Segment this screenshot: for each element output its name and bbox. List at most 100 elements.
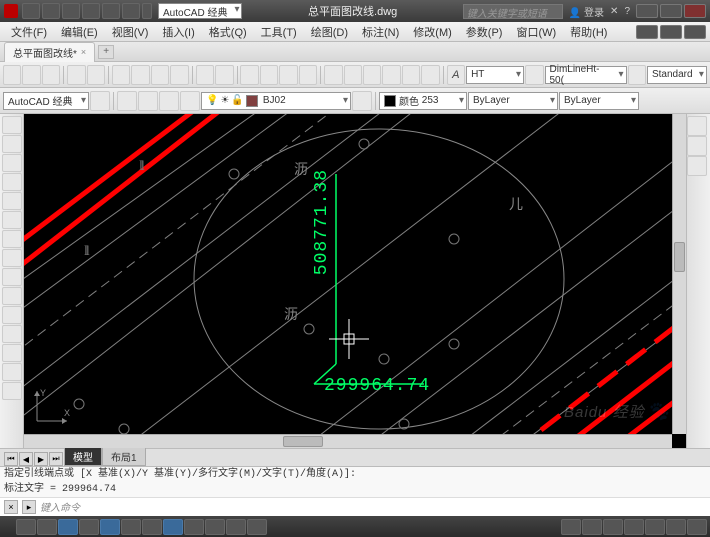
qat-save-icon[interactable] [62,3,80,19]
ellipse-icon[interactable] [2,230,22,248]
maximize-button[interactable] [660,4,682,18]
dyn-toggle[interactable] [163,519,183,535]
text-icon[interactable] [2,325,22,343]
linetype-combo[interactable]: ByLayer [468,92,558,110]
match-icon[interactable] [170,65,188,85]
polygon-icon[interactable] [2,211,22,229]
tpy-toggle[interactable] [205,519,225,535]
layer-mgr-icon[interactable] [117,91,137,111]
lwt-toggle[interactable] [184,519,204,535]
wheel-icon[interactable] [687,136,707,156]
qat-new-icon[interactable] [22,3,40,19]
menu-edit[interactable]: 编辑(E) [54,22,105,42]
vertical-scrollbar[interactable] [672,114,686,434]
polar-toggle[interactable] [79,519,99,535]
menu-file[interactable]: 文件(F) [4,22,54,42]
help-search-input[interactable]: 键入关键字或短语 [463,4,563,19]
login-link[interactable]: 👤 登录 [569,4,604,19]
qat-undo-icon[interactable] [82,3,100,19]
tab-last-icon[interactable]: ⏭ [49,452,63,466]
new-icon[interactable] [3,65,21,85]
pan-icon[interactable] [240,65,258,85]
menu-insert[interactable]: 插入(I) [155,22,201,42]
undo-icon[interactable] [196,65,214,85]
help-icon[interactable]: ? [624,6,630,17]
otrack-toggle[interactable] [121,519,141,535]
close-button[interactable] [684,4,706,18]
model-button[interactable] [561,519,581,535]
ws-settings-icon[interactable] [90,91,110,111]
hatch-icon[interactable] [2,268,22,286]
pline-icon[interactable] [2,135,22,153]
redo-icon[interactable] [215,65,233,85]
grid-toggle[interactable] [37,519,57,535]
hardware-accel-icon[interactable] [645,519,665,535]
cut-icon[interactable] [112,65,130,85]
calc-icon[interactable] [421,65,439,85]
app-icon[interactable] [4,4,18,18]
markup-icon[interactable] [402,65,420,85]
ws-switch-icon[interactable] [624,519,644,535]
point-icon[interactable] [2,287,22,305]
design-center-icon[interactable] [344,65,362,85]
qp-toggle[interactable] [226,519,246,535]
qat-print-icon[interactable] [122,3,140,19]
zoom-window-icon[interactable] [279,65,297,85]
color-combo[interactable]: 颜色 253 [379,92,467,110]
document-tab[interactable]: 总平面图改线* × [4,42,95,62]
palette-icon[interactable] [687,156,707,176]
clean-screen-icon[interactable] [687,519,707,535]
drawing-canvas[interactable]: 508771.38 299964.74 沥 沥 儿 ll ll XY Baidu… [24,114,686,448]
menu-tools[interactable]: 工具(T) [254,22,304,42]
exchange-icon[interactable]: ✕ [610,6,618,17]
qat-redo-icon[interactable] [102,3,120,19]
ortho-toggle[interactable] [58,519,78,535]
lineweight-combo[interactable]: ByLayer [559,92,639,110]
tab-prev-icon[interactable]: ◀ [19,452,33,466]
snap-toggle[interactable] [16,519,36,535]
annoscale-icon[interactable] [582,519,602,535]
sheet-set-icon[interactable] [382,65,400,85]
workspace-dropdown[interactable]: AutoCAD 经典 [3,92,89,110]
mdi-minimize-button[interactable] [636,25,658,39]
lock-icon[interactable] [687,116,707,136]
paste-icon[interactable] [151,65,169,85]
horizontal-scrollbar[interactable] [24,434,672,448]
tool-palettes-icon[interactable] [363,65,381,85]
menu-draw[interactable]: 绘图(D) [304,22,355,42]
layer-freeze-icon[interactable] [159,91,179,111]
copy-icon[interactable] [131,65,149,85]
tab-next-icon[interactable]: ▶ [34,452,48,466]
save-icon[interactable] [42,65,60,85]
plot-icon[interactable] [67,65,85,85]
spline-icon[interactable] [2,249,22,267]
workspace-combo[interactable]: AutoCAD 经典 [158,3,242,19]
layer-prev-icon[interactable] [352,91,372,111]
mdi-maximize-button[interactable] [660,25,682,39]
dimstyle-icon[interactable] [525,65,543,85]
dimstyle-combo[interactable]: DimLineHt-50( [545,66,627,84]
block-icon[interactable] [2,306,22,324]
layer-state-icon[interactable] [138,91,158,111]
menu-parametric[interactable]: 参数(P) [459,22,510,42]
table-icon[interactable] [2,344,22,362]
tab-model[interactable]: 模型 [64,448,102,466]
mdi-close-button[interactable] [684,25,706,39]
sc-toggle[interactable] [247,519,267,535]
command-prompt-icon[interactable]: × [4,500,18,514]
qat-open-icon[interactable] [42,3,60,19]
menu-help[interactable]: 帮助(H) [563,22,614,42]
command-input[interactable]: 键入命令 [40,499,706,515]
minimize-button[interactable] [636,4,658,18]
menu-modify[interactable]: 修改(M) [406,22,459,42]
new-tab-button[interactable]: + [98,45,114,59]
tab-first-icon[interactable]: ⏮ [4,452,18,466]
qat-dropdown-icon[interactable] [142,3,152,19]
zoom-icon[interactable] [260,65,278,85]
open-icon[interactable] [22,65,40,85]
menu-view[interactable]: 视图(V) [105,22,156,42]
layer-lock-icon[interactable] [180,91,200,111]
tablestyle-combo[interactable]: Standard [647,66,707,84]
region-icon[interactable] [2,363,22,381]
vertical-scroll-thumb[interactable] [674,242,685,272]
